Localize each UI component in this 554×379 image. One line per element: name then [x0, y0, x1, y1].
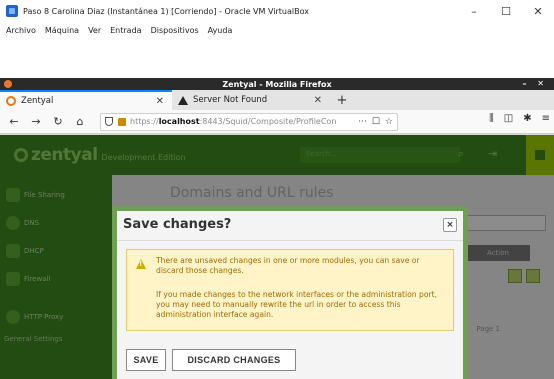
- maximize-button[interactable]: ☐: [490, 0, 522, 22]
- minimize-button[interactable]: –: [458, 0, 490, 22]
- discard-changes-button[interactable]: DISCARD CHANGES: [172, 349, 296, 371]
- menu-dispositivos[interactable]: Dispositivos: [151, 26, 199, 35]
- toolbar-right: ⫼ ◫ ✱ ≡: [489, 113, 550, 124]
- zentyal-favicon-icon: [6, 96, 16, 106]
- menu-entrada[interactable]: Entrada: [110, 26, 141, 35]
- virtualbox-app-icon: [6, 5, 18, 17]
- dialog-title: Save changes?: [123, 217, 232, 232]
- menu-ver[interactable]: Ver: [88, 26, 101, 35]
- addons-icon[interactable]: ✱: [523, 113, 531, 124]
- url-bar[interactable]: https://localhost:8443/Squid/Composite/P…: [100, 112, 398, 131]
- tab-label: Zentyal: [21, 96, 54, 106]
- warning-text-unsaved: There are unsaved changes in one or more…: [156, 256, 420, 275]
- warning-message: There are unsaved changes in one or more…: [126, 249, 454, 331]
- tab-bar: Zentyal ✕ Server Not Found ✕ +: [0, 90, 554, 110]
- tab-server-not-found[interactable]: Server Not Found ✕: [172, 90, 330, 110]
- tracking-shield-icon[interactable]: [105, 117, 113, 126]
- tab-close-icon[interactable]: ✕: [314, 95, 322, 106]
- lock-warning-icon[interactable]: [118, 117, 126, 126]
- dialog-header: Save changes? ×: [117, 211, 463, 241]
- menu-archivo[interactable]: Archivo: [6, 26, 36, 35]
- virtualbox-titlebar: Paso 8 Carolina Diaz (Instantánea 1) [Co…: [0, 0, 554, 22]
- warning-icon: [178, 95, 188, 105]
- guest-screen: Zentyal - Mozilla Firefox – ✕ Zentyal ✕ …: [0, 78, 554, 379]
- menu-ayuda[interactable]: Ayuda: [208, 26, 233, 35]
- navigation-toolbar: ← → ↻ ⌂ https://localhost:8443/Squid/Com…: [0, 110, 554, 134]
- forward-button[interactable]: →: [28, 114, 44, 130]
- new-tab-button[interactable]: +: [330, 90, 354, 110]
- pocket-icon[interactable]: ☐: [372, 117, 380, 127]
- library-icon[interactable]: ⫼: [489, 113, 494, 124]
- save-button[interactable]: SAVE: [126, 349, 166, 371]
- dialog-buttons: SAVE DISCARD CHANGES: [126, 349, 296, 371]
- firefox-icon: [4, 80, 12, 88]
- page-actions-icon[interactable]: ···: [358, 117, 367, 127]
- sidebar-icon[interactable]: ◫: [504, 113, 513, 124]
- tab-close-icon[interactable]: ✕: [156, 96, 164, 107]
- window-title: Paso 8 Carolina Diaz (Instantánea 1) [Co…: [23, 6, 309, 16]
- home-button[interactable]: ⌂: [72, 114, 88, 130]
- warning-icon: [136, 259, 146, 269]
- firefox-titlebar: Zentyal - Mozilla Firefox – ✕: [0, 78, 554, 90]
- virtualbox-menubar: Archivo Máquina Ver Entrada Dispositivos…: [0, 22, 554, 38]
- tab-label: Server Not Found: [193, 95, 268, 105]
- back-button[interactable]: ←: [6, 114, 22, 130]
- window-controls: – ☐ ✕: [458, 0, 554, 22]
- url-actions: ··· ☐ ☆: [358, 117, 393, 127]
- warning-text-network: If you made changes to the network inter…: [156, 290, 437, 319]
- url-text: https://localhost:8443/Squid/Composite/P…: [130, 117, 337, 126]
- reload-button[interactable]: ↻: [50, 114, 66, 130]
- dialog-close-button[interactable]: ×: [443, 218, 457, 232]
- firefox-window-title: Zentyal - Mozilla Firefox: [222, 79, 332, 89]
- tab-zentyal[interactable]: Zentyal ✕: [0, 90, 172, 110]
- close-button[interactable]: ✕: [522, 0, 554, 22]
- save-changes-dialog: Save changes? × There are unsaved change…: [112, 206, 468, 379]
- virtualbox-blank-area: [0, 38, 554, 78]
- firefox-window-controls[interactable]: – ✕: [523, 78, 549, 90]
- bookmark-star-icon[interactable]: ☆: [385, 117, 393, 127]
- menu-maquina[interactable]: Máquina: [45, 26, 79, 35]
- hamburger-menu-icon[interactable]: ≡: [542, 113, 550, 124]
